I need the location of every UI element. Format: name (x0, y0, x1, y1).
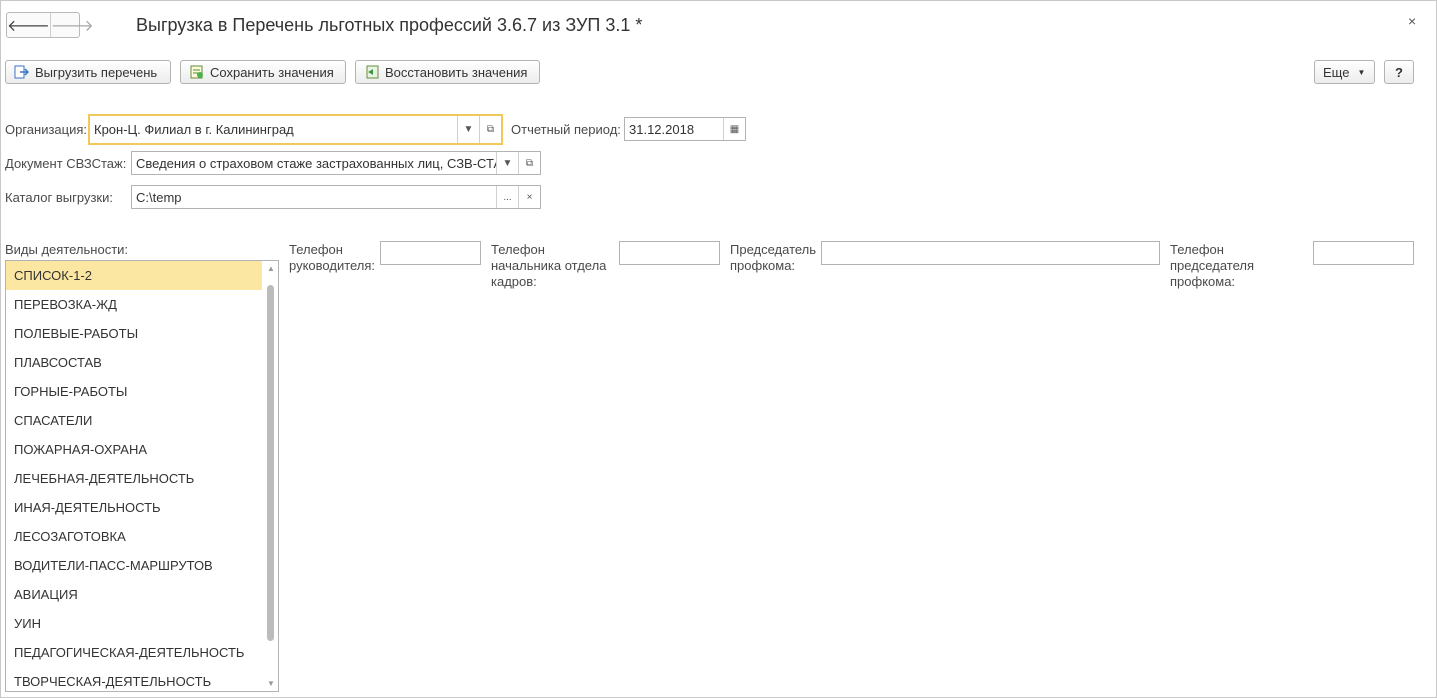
list-item[interactable]: АВИАЦИЯ (6, 580, 262, 609)
list-item[interactable]: ГОРНЫЕ-РАБОТЫ (6, 377, 262, 406)
organization-dropdown-icon[interactable]: ▼ (457, 116, 479, 143)
union-phone-input[interactable] (1313, 241, 1414, 265)
forward-button[interactable]: 🡒 (49, 13, 94, 37)
more-label: Еще (1323, 64, 1350, 80)
scroll-up-icon[interactable]: ▲ (264, 264, 278, 273)
restore-values-button[interactable]: Восстановить значения (355, 60, 540, 84)
restore-values-label: Восстановить значения (385, 64, 528, 80)
list-item[interactable]: ВОДИТЕЛИ-ПАСС-МАРШРУТОВ (6, 551, 262, 580)
list-item[interactable]: ИНАЯ-ДЕЯТЕЛЬНОСТЬ (6, 493, 262, 522)
period-field[interactable]: 31.12.2018 ▦ (624, 117, 746, 141)
period-value: 31.12.2018 (629, 121, 695, 137)
list-item[interactable]: УИН (6, 609, 262, 638)
export-list-label: Выгрузить перечень (35, 64, 158, 80)
close-icon[interactable]: × (1408, 13, 1416, 29)
head-phone-input[interactable] (380, 241, 481, 265)
catalog-label: Каталог выгрузки: (5, 190, 113, 205)
navigation-buttons: 🡐 🡒 (6, 12, 94, 38)
activities-label: Виды деятельности: (5, 242, 129, 257)
list-item[interactable]: ПЕДАГОГИЧЕСКАЯ-ДЕЯТЕЛЬНОСТЬ (6, 638, 262, 667)
document-value: Сведения о страховом стаже застрахованны… (136, 155, 496, 171)
document-dropdown-icon[interactable]: ▼ (496, 152, 518, 174)
union-chair-input[interactable] (821, 241, 1160, 265)
organization-label: Организация: (5, 122, 88, 137)
catalog-value: C:\temp (136, 189, 182, 205)
document-label: Документ СВЗСтаж: (5, 156, 127, 171)
help-label: ? (1395, 64, 1403, 80)
union-chair-label: Председатель профкома: (730, 242, 817, 273)
catalog-select-button[interactable]: ... (496, 186, 518, 208)
list-scrollbar[interactable]: ▲ ▼ (264, 261, 278, 691)
scroll-thumb[interactable] (267, 285, 274, 641)
period-label: Отчетный период: (511, 122, 621, 137)
head-phone-label: Телефон руководителя: (289, 242, 376, 273)
save-values-button[interactable]: Сохранить значения (180, 60, 346, 84)
scroll-down-icon[interactable]: ▼ (264, 679, 278, 688)
export-list-button[interactable]: Выгрузить перечень (5, 60, 171, 84)
organization-value: Крон-Ц. Филиал в г. Калининград (94, 122, 294, 137)
restore-values-icon (364, 65, 379, 79)
list-item[interactable]: ЛЕСОЗАГОТОВКА (6, 522, 262, 551)
list-item[interactable]: ЛЕЧЕБНАЯ-ДЕЯТЕЛЬНОСТЬ (6, 464, 262, 493)
save-values-label: Сохранить значения (210, 64, 334, 80)
activities-list[interactable]: СПИСОК-1-2 ПЕРЕВОЗКА-ЖД ПОЛЕВЫЕ-РАБОТЫ ПЛАВ… (5, 260, 279, 692)
arrow-right-icon: 🡒 (50, 17, 94, 35)
hr-phone-input[interactable] (619, 241, 720, 265)
help-button[interactable]: ? (1384, 60, 1414, 84)
list-item[interactable]: ТВОРЧЕСКАЯ-ДЕЯТЕЛЬНОСТЬ (6, 667, 262, 691)
list-item[interactable]: СПИСОК-1-2 (6, 261, 262, 290)
catalog-field[interactable]: C:\temp ... × (131, 185, 541, 209)
union-phone-label: Телефон председателя профкома: (1170, 242, 1255, 289)
hr-phone-label: Телефон начальника отдела кадров: (491, 242, 607, 289)
list-item[interactable]: ПОЖАРНАЯ-ОХРАНА (6, 435, 262, 464)
list-item[interactable]: ПОЛЕВЫЕ-РАБОТЫ (6, 319, 262, 348)
export-icon (14, 65, 29, 79)
document-field[interactable]: Сведения о страховом стаже застрахованны… (131, 151, 541, 175)
organization-open-icon[interactable]: ⧉ (479, 116, 501, 143)
chevron-down-icon: ▼ (1357, 67, 1366, 77)
list-item[interactable]: ПЕРЕВОЗКА-ЖД (6, 290, 262, 319)
calendar-icon[interactable]: ▦ (723, 118, 745, 140)
window-title: Выгрузка в Перечень льготных профессий 3… (136, 15, 643, 35)
list-item[interactable]: ПЛАВСОСТАВ (6, 348, 262, 377)
back-button[interactable]: 🡐 (7, 13, 50, 37)
list-item[interactable]: СПАСАТЕЛИ (6, 406, 262, 435)
more-button[interactable]: Еще ▼ (1314, 60, 1375, 84)
organization-field[interactable]: Крон-Ц. Филиал в г. Калининград ▼ ⧉ (88, 114, 503, 145)
catalog-clear-icon[interactable]: × (518, 186, 540, 208)
arrow-left-icon: 🡐 (7, 17, 50, 35)
document-open-icon[interactable]: ⧉ (518, 152, 540, 174)
save-values-icon (189, 65, 204, 79)
